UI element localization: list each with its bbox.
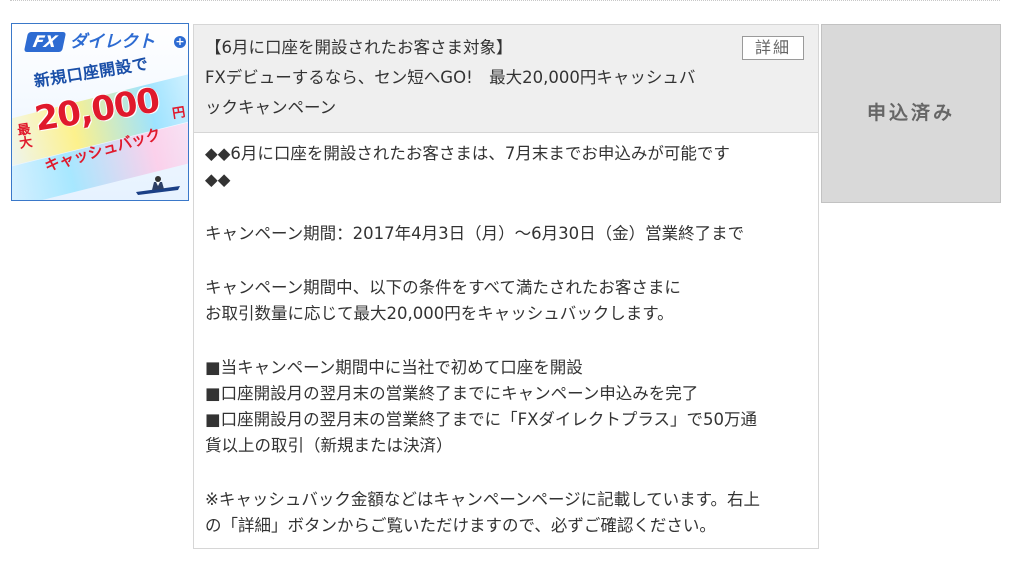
description-line: ◆◆ (205, 170, 231, 189)
top-divider (10, 0, 1000, 1)
description-line: キャンペーン期間中、以下の条件をすべて満たされたお客さまに (205, 278, 681, 297)
logo-fx-mark: FX (23, 32, 67, 52)
campaign-header: 【6月に口座を開設されたお客さま対象】 FXデビューするなら、セン短へGO! 最… (194, 25, 818, 133)
applied-button[interactable]: 申込済み (821, 24, 1001, 203)
campaign-title-line: FXデビューするなら、セン短へGO! 最大20,000円キャッシュバ (205, 68, 696, 87)
condition-item: ■口座開設月の翌月末の営業終了までに「FXダイレクトプラス」で50万通 (205, 410, 758, 429)
detail-button[interactable]: 詳細 (742, 36, 804, 60)
description-line: お取引数量に応じて最大20,000円をキャッシュバックします。 (205, 304, 674, 323)
note-line: の「詳細」ボタンからご覧いただけますので、必ずご確認ください。 (205, 516, 716, 535)
condition-item: ■当キャンペーン期間中に当社で初めて口座を開設 (205, 358, 583, 377)
campaign-title-line: 【6月に口座を開設されたお客さま対象】 (205, 38, 513, 57)
campaign-period: キャンペーン期間：2017年4月3日（月）〜6月30日（金）営業終了まで (205, 224, 745, 243)
campaign-banner[interactable]: FX ダイレクト + 新規口座開設で 最大 20,000 円 キャッシュバック (11, 23, 189, 201)
banner-yen: 円 (171, 105, 187, 122)
businessman-illustration-icon (136, 176, 180, 195)
description-line: ◆◆6月に口座を開設されたお客さまは、7月末までお申込みが可能です (205, 144, 730, 163)
condition-item: ■口座開設月の翌月末の営業終了までにキャンペーン申込みを完了 (205, 384, 699, 403)
condition-item-continued: 貨以上の取引（新規または決済） (205, 436, 453, 455)
campaign-panel: 【6月に口座を開設されたお客さま対象】 FXデビューするなら、セン短へGO! 最… (193, 24, 819, 549)
campaign-title-line: ックキャンペーン (205, 98, 337, 117)
note-line: ※キャッシュバック金額などはキャンペーンページに記載しています。右上 (205, 490, 761, 509)
